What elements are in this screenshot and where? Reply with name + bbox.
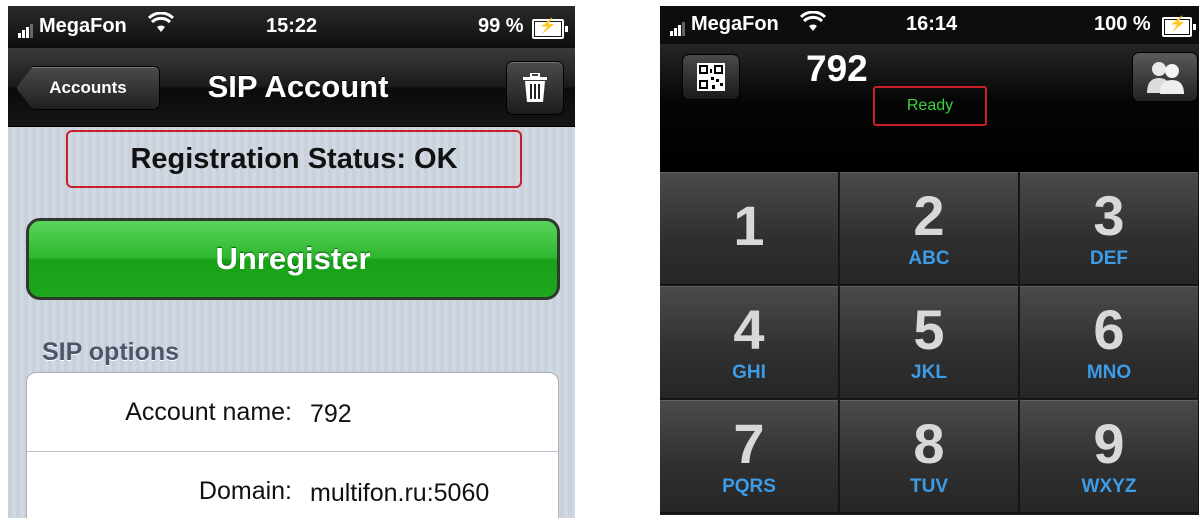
- key-8[interactable]: 8 TUV: [840, 400, 1019, 513]
- wifi-icon: [147, 11, 175, 40]
- key-letters: PQRS: [722, 476, 776, 497]
- option-label: Account name:: [125, 398, 292, 426]
- key-letters: GHI: [732, 362, 766, 383]
- status-ready: Ready: [873, 86, 987, 126]
- sip-options-list: Account name: 792 Domain: multifon.ru:50…: [26, 372, 559, 518]
- section-title-sip-options: SIP options: [42, 338, 180, 366]
- navigation-bar: Accounts SIP Account: [8, 48, 575, 127]
- signal-bars-icon: [670, 13, 686, 36]
- qr-code-button[interactable]: [682, 54, 740, 100]
- key-digit: 1: [733, 194, 765, 257]
- signal-bars-icon: [18, 15, 34, 38]
- option-value: 792: [310, 400, 352, 428]
- trash-icon: [523, 73, 547, 102]
- battery-charging-icon: ⚡: [532, 17, 568, 39]
- status-bar: MegaFon 16:14 100 % ⚡: [660, 6, 1199, 44]
- key-digit: 6: [1093, 298, 1125, 361]
- option-row-account-name[interactable]: Account name: 792: [27, 373, 558, 451]
- dialer-screen: MegaFon 16:14 100 % ⚡ 792 Ready 1 2 ABC …: [660, 6, 1199, 515]
- battery-charging-icon: ⚡: [1162, 15, 1196, 37]
- option-value: multifon.ru:5060: [310, 479, 490, 507]
- key-digit: 3: [1093, 184, 1125, 247]
- contacts-button[interactable]: [1132, 52, 1198, 102]
- sip-account-screen: MegaFon 15:22 99 % ⚡ Accounts SIP Accoun…: [8, 6, 575, 518]
- key-letters: DEF: [1090, 248, 1128, 269]
- key-1[interactable]: 1: [660, 172, 839, 285]
- status-time: 16:14: [906, 13, 958, 35]
- key-digit: 9: [1093, 412, 1125, 475]
- contacts-icon: [1147, 62, 1184, 94]
- option-label: Domain:: [198, 477, 292, 505]
- dial-keypad: 1 2 ABC 3 DEF 4 GHI 5 JKL 6 MNO 7 PQRS 8…: [660, 172, 1199, 515]
- dialed-number: 792: [806, 48, 868, 89]
- carrier-name: MegaFon: [39, 15, 127, 37]
- page-title: SIP Account: [207, 69, 389, 104]
- registration-status: Registration Status: OK: [66, 130, 522, 188]
- unregister-button[interactable]: Unregister: [26, 218, 560, 300]
- option-row-domain[interactable]: Domain: multifon.ru:5060: [27, 452, 558, 518]
- carrier: MegaFon: [670, 13, 779, 36]
- key-letters: WXYZ: [1081, 476, 1137, 497]
- accounts-back-button[interactable]: Accounts: [16, 66, 160, 110]
- key-digit: 7: [733, 412, 765, 475]
- wifi-icon: [799, 10, 827, 39]
- key-digit: 4: [733, 298, 765, 361]
- carrier: MegaFon: [18, 15, 127, 38]
- delete-account-button[interactable]: [506, 61, 564, 115]
- carrier-name: MegaFon: [691, 13, 779, 35]
- key-7[interactable]: 7 PQRS: [660, 400, 839, 513]
- qr-code-icon: [697, 63, 725, 91]
- key-digit: 2: [913, 184, 945, 247]
- key-9[interactable]: 9 WXYZ: [1020, 400, 1199, 513]
- status-time: 15:22: [266, 15, 318, 37]
- dialer-header: 792 Ready: [660, 44, 1199, 172]
- key-2[interactable]: 2 ABC: [840, 172, 1019, 285]
- status-bar: MegaFon 15:22 99 % ⚡: [8, 6, 575, 48]
- key-letters: JKL: [911, 362, 947, 383]
- key-letters: TUV: [910, 476, 948, 497]
- battery-percent: 99 %: [478, 15, 524, 37]
- key-digit: 8: [913, 412, 945, 475]
- battery-percent: 100 %: [1094, 13, 1151, 35]
- key-letters: ABC: [908, 248, 950, 269]
- key-3[interactable]: 3 DEF: [1020, 172, 1199, 285]
- key-5[interactable]: 5 JKL: [840, 286, 1019, 399]
- key-digit: 5: [913, 298, 945, 361]
- key-letters: MNO: [1086, 362, 1132, 383]
- key-4[interactable]: 4 GHI: [660, 286, 839, 399]
- key-6[interactable]: 6 MNO: [1020, 286, 1199, 399]
